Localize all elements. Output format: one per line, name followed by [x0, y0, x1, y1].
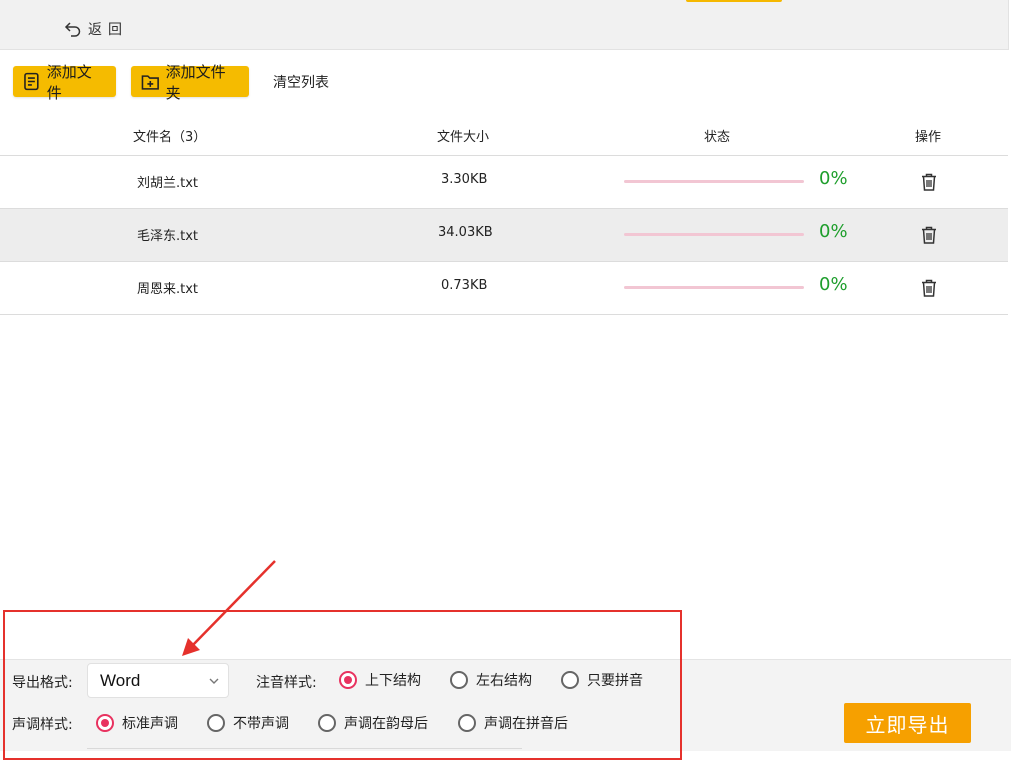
tone-option-after-final[interactable]: 声调在韵母后	[318, 713, 428, 733]
trash-icon[interactable]	[920, 278, 938, 298]
table-row[interactable]: 周恩来.txt 0.73KB 0%	[0, 262, 1008, 315]
column-filesize: 文件大小	[437, 130, 490, 145]
add-folder-button[interactable]: 添加文件夹	[131, 63, 249, 102]
column-filename: 文件名（3）	[133, 130, 207, 145]
table-header: 文件名（3） 文件大小 状态 操作	[0, 116, 1008, 156]
file-name: 周恩来.txt	[137, 282, 199, 297]
annotation-option-left-right[interactable]: 左右结构	[450, 670, 532, 690]
table-row[interactable]: 毛泽东.txt 34.03KB 0%	[0, 209, 1008, 262]
radio-label: 只要拼音	[587, 673, 643, 689]
back-label: 返回	[88, 22, 128, 38]
folder-plus-icon	[141, 74, 159, 90]
file-name: 毛泽东.txt	[137, 229, 199, 244]
annotation-option-top-bottom[interactable]: 上下结构	[339, 670, 421, 690]
radio-icon	[318, 714, 336, 732]
radio-label: 声调在拼音后	[484, 716, 568, 732]
chevron-down-icon	[209, 678, 219, 684]
tone-option-after-pinyin[interactable]: 声调在拼音后	[458, 713, 568, 733]
export-format-select[interactable]: Word	[87, 663, 229, 698]
progress-percent: 0%	[819, 168, 848, 189]
tone-style-label: 声调样式:	[12, 717, 73, 733]
divider	[87, 748, 522, 749]
annotation-style-label: 注音样式:	[256, 675, 317, 691]
tone-option-standard[interactable]: 标准声调	[96, 713, 178, 733]
file-size: 3.30KB	[441, 172, 488, 187]
add-folder-label: 添加文件夹	[165, 62, 226, 102]
radio-label: 上下结构	[365, 673, 421, 689]
export-format-label: 导出格式:	[12, 675, 73, 691]
column-action: 操作	[915, 130, 942, 145]
trash-icon[interactable]	[920, 172, 938, 192]
annotation-option-pinyin-only[interactable]: 只要拼音	[561, 670, 643, 690]
radio-label: 不带声调	[233, 716, 289, 732]
radio-selected-icon	[96, 714, 114, 732]
toolbar: 添加文件 添加文件夹 清空列表	[0, 63, 1011, 102]
progress-percent: 0%	[819, 221, 848, 242]
radio-label: 标准声调	[122, 716, 178, 732]
file-size: 34.03KB	[438, 225, 493, 240]
radio-icon	[458, 714, 476, 732]
export-format-value: Word	[100, 671, 141, 690]
radio-selected-icon	[339, 671, 357, 689]
column-status: 状态	[704, 130, 731, 145]
tone-option-none[interactable]: 不带声调	[207, 713, 289, 733]
add-file-label: 添加文件	[46, 62, 92, 102]
trash-icon[interactable]	[920, 225, 938, 245]
progress-bar	[624, 233, 804, 236]
progress-bar	[624, 180, 804, 183]
progress-bar	[624, 286, 804, 289]
progress-percent: 0%	[819, 274, 848, 295]
file-size: 0.73KB	[441, 278, 488, 293]
radio-icon	[450, 671, 468, 689]
back-arrow-icon	[64, 22, 81, 37]
export-now-button[interactable]: 立即导出	[844, 703, 971, 743]
top-accent-tab	[686, 0, 782, 2]
back-button[interactable]: 返回	[64, 18, 128, 40]
file-list-icon	[24, 72, 39, 91]
annotation-arrow	[182, 560, 276, 656]
table-row[interactable]: 刘胡兰.txt 3.30KB 0%	[0, 156, 1008, 209]
export-settings-panel: 导出格式: Word 注音样式: 上下结构 左右结构 只要拼音 声调样式: 标准…	[0, 659, 1011, 751]
add-file-button[interactable]: 添加文件	[13, 63, 116, 102]
clear-list-button[interactable]: 清空列表	[273, 72, 329, 92]
radio-icon	[561, 671, 579, 689]
file-name: 刘胡兰.txt	[137, 176, 199, 191]
top-bar: 返回	[0, 0, 1009, 50]
radio-label: 声调在韵母后	[344, 716, 428, 732]
radio-label: 左右结构	[476, 673, 532, 689]
radio-icon	[207, 714, 225, 732]
